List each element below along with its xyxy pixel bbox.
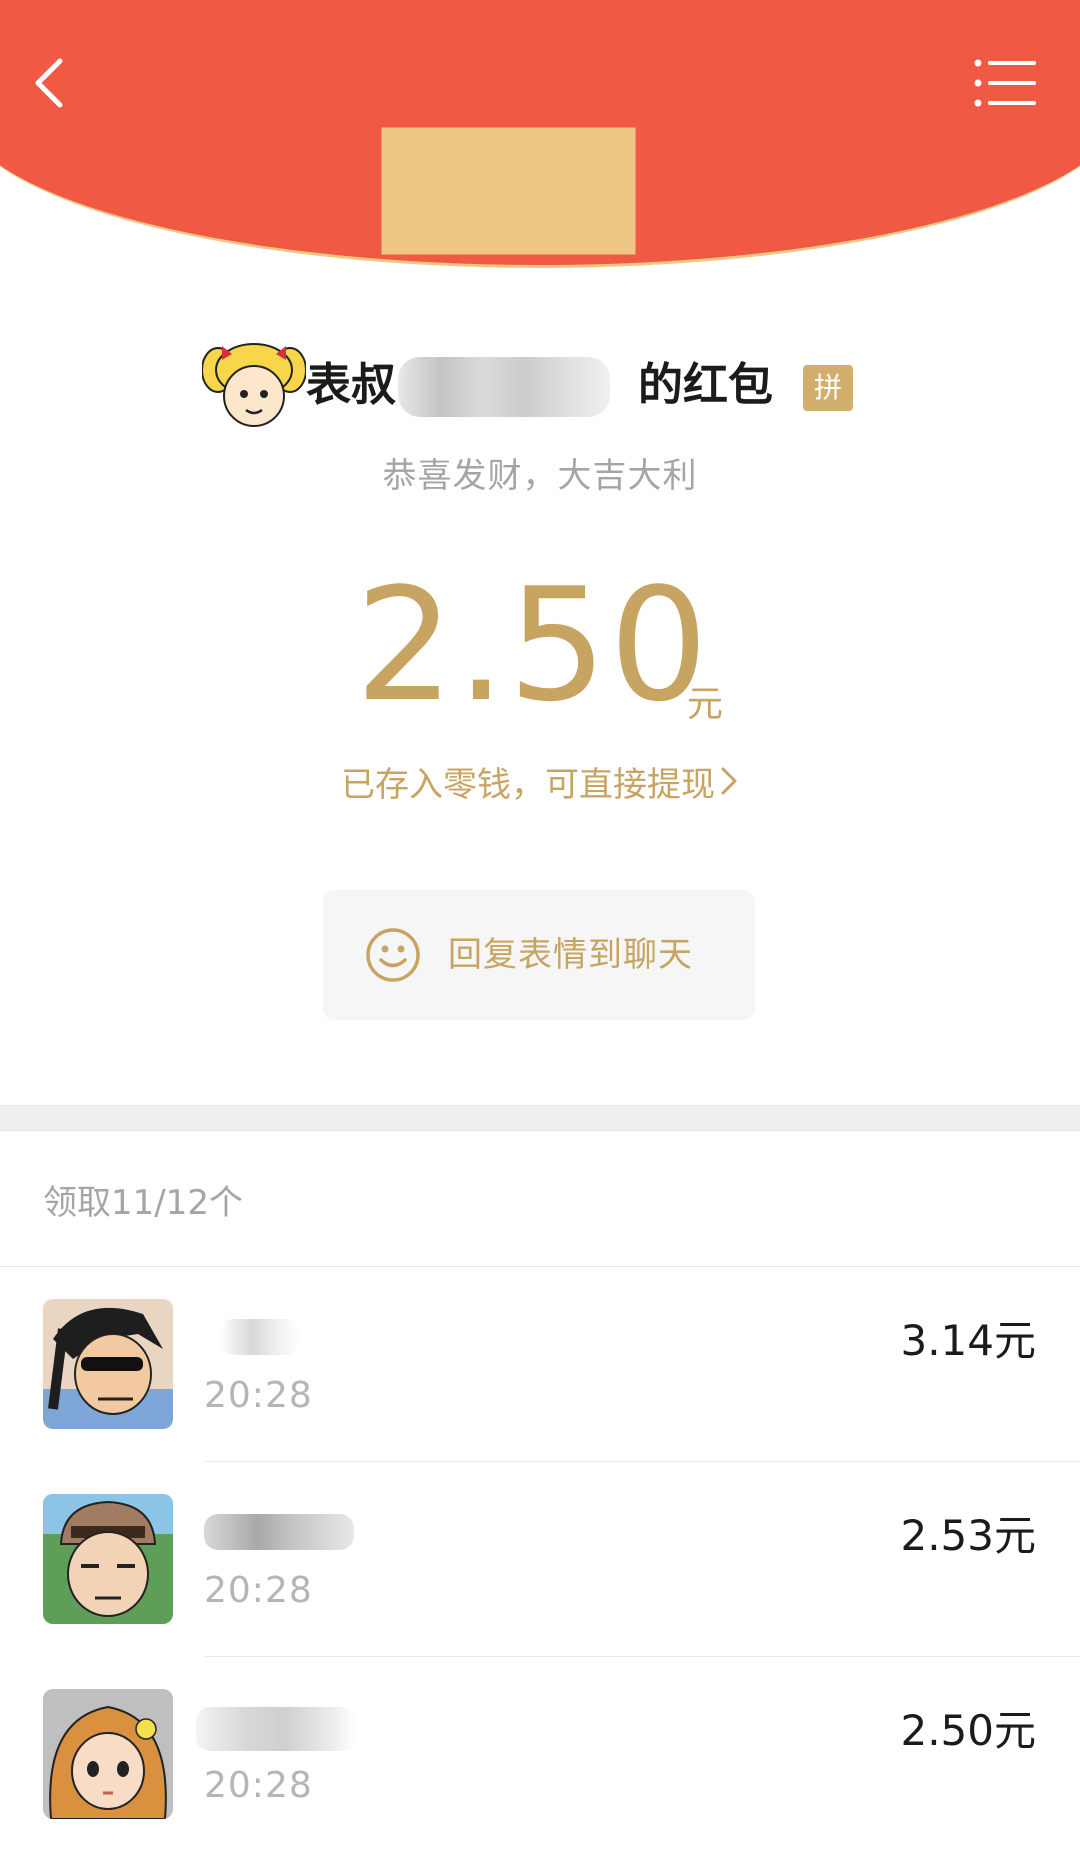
avatar bbox=[43, 1689, 173, 1819]
list-icon bbox=[974, 59, 1036, 107]
avatar bbox=[43, 1299, 173, 1429]
list-item[interactable]: 20:28 2.53元 bbox=[0, 1462, 1080, 1657]
sender-name-suffix: 的红包 bbox=[638, 358, 774, 411]
chevron-right-icon bbox=[719, 765, 739, 805]
claim-amount: 2.50元 bbox=[900, 1706, 1036, 1755]
chevron-left-icon bbox=[35, 58, 63, 108]
name-redacted bbox=[220, 1319, 300, 1355]
back-button[interactable] bbox=[22, 55, 78, 111]
menu-button[interactable] bbox=[974, 58, 1036, 108]
avatar bbox=[43, 1494, 173, 1624]
name-redacted bbox=[204, 1514, 354, 1550]
claim-amount: 2.53元 bbox=[900, 1511, 1036, 1560]
reply-button-label: 回复表情到聊天 bbox=[448, 935, 693, 975]
sender-name-redacted bbox=[398, 357, 610, 417]
list-item[interactable]: 20:28 3.14元 bbox=[0, 1267, 1080, 1462]
amount-unit: 元 bbox=[687, 684, 724, 725]
claim-amount: 3.14元 bbox=[900, 1316, 1036, 1365]
red-packet-header bbox=[0, 0, 1080, 268]
sender-avatar bbox=[201, 340, 307, 432]
greeting-text: 恭喜发财，大吉大利 bbox=[382, 456, 698, 496]
claim-time: 20:28 bbox=[204, 1375, 313, 1416]
group-packet-badge: 拼 bbox=[803, 365, 853, 411]
claimed-count: 领取11/12个 bbox=[43, 1183, 243, 1223]
list-item[interactable]: 20:28 2.50元 bbox=[0, 1657, 1080, 1852]
wallet-link[interactable]: 已存入零钱，可直接提现 bbox=[0, 757, 1080, 806]
smile-icon bbox=[365, 927, 421, 983]
name-redacted bbox=[196, 1707, 356, 1751]
claim-time: 20:28 bbox=[204, 1570, 313, 1611]
wallet-link-label: 已存入零钱，可直接提现 bbox=[341, 765, 715, 805]
sender-row: 表叔 的红包 拼 bbox=[0, 335, 1080, 435]
sender-name-prefix: 表叔 bbox=[306, 358, 397, 411]
claim-time: 20:28 bbox=[204, 1765, 313, 1806]
section-divider bbox=[0, 1105, 1080, 1131]
reply-sticker-button[interactable]: 回复表情到聊天 bbox=[323, 890, 755, 1020]
received-amount: 2.50 bbox=[355, 554, 711, 736]
